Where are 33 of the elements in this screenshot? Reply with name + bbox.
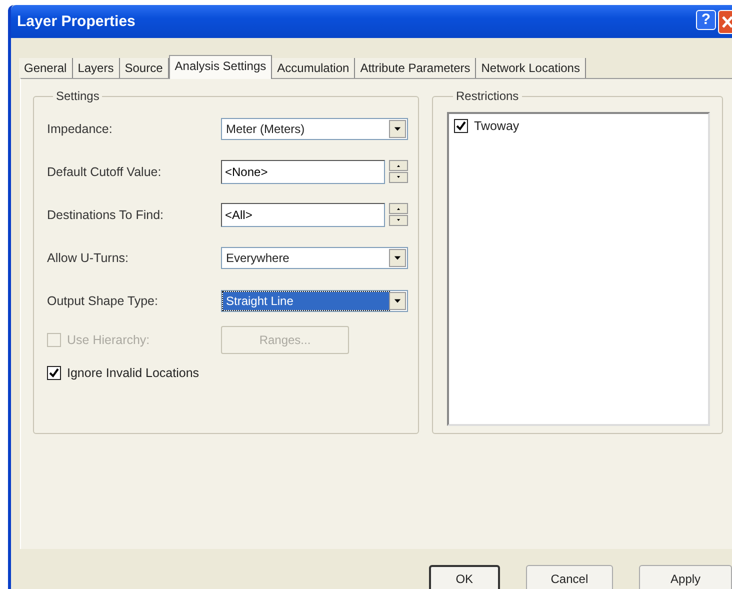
field-label: Destinations To Find: [47,208,164,222]
list-item[interactable]: Twoway [474,119,520,133]
dialog-button[interactable]: Apply [639,565,732,589]
tab[interactable]: Attribute Parameters [355,58,476,78]
input-field[interactable]: <None> [221,160,385,184]
dropdown-value: Straight Line [223,292,389,310]
checkbox-label: Ignore Invalid Locations [67,366,200,380]
tab[interactable]: Accumulation [272,58,356,78]
dropdown-value: Meter (Meters) [225,120,306,138]
field-label: Default Cutoff Value: [47,164,162,178]
dialog-button[interactable]: Cancel [526,565,614,589]
field-label: Allow U-Turns: [47,250,130,264]
help-button[interactable]: ? [696,10,716,30]
dropdown[interactable]: Straight Line [221,290,408,312]
tab[interactable]: Network Locations [476,58,586,78]
tab[interactable]: Analysis Settings [168,55,272,79]
dialog-button[interactable]: OK [429,565,500,589]
checkbox-label: Use Hierarchy: [67,333,150,347]
checkbox[interactable] [47,366,61,380]
field-label: Output Shape Type: [47,294,159,308]
group-title: Restrictions [455,89,520,103]
dropdown[interactable]: Everywhere [221,246,408,268]
checkbox[interactable] [454,119,468,133]
tab[interactable]: General [19,58,73,78]
group-title: Settings [55,89,100,103]
dropdown-value: Everywhere [225,250,290,266]
tab[interactable]: Source [120,58,169,78]
dropdown[interactable]: Meter (Meters) [221,118,408,140]
field-label: Impedance: [47,122,114,136]
tab[interactable]: Layers [72,58,120,78]
window-title: Layer Properties [17,13,136,30]
close-icon[interactable] [718,10,732,34]
input-field[interactable]: <All> [221,202,385,226]
